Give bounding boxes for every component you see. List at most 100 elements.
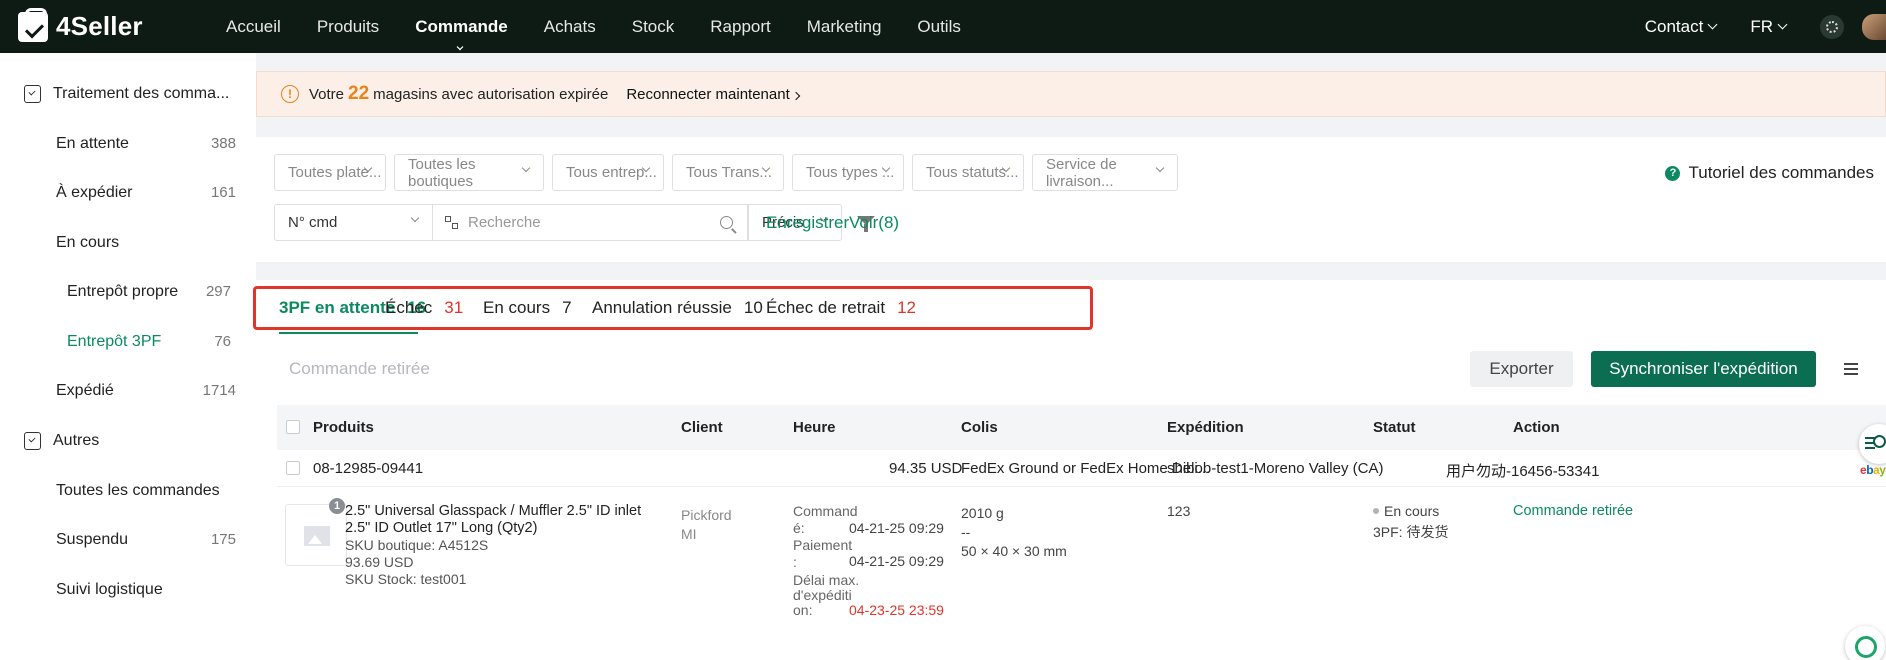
alert-count: 22: [348, 83, 370, 104]
sidebar-group-label: Autres: [53, 432, 100, 449]
sidebar-item-entrepot-3pf[interactable]: Entrepôt 3PF 76: [67, 333, 231, 351]
sidebar: Traitement des comma... En attente 388 À …: [0, 53, 256, 660]
order-warehouse: shibob-test1-Moreno Valley (CA): [1167, 460, 1384, 477]
settings-gear-icon[interactable]: [1820, 14, 1844, 39]
sidebar-group-label: Traitement des comma...: [53, 85, 230, 102]
col-expedition: Expédition: [1167, 419, 1244, 436]
nav-accueil[interactable]: Accueil: [226, 17, 281, 37]
contact-label: Contact: [1644, 16, 1704, 36]
nav-marketing[interactable]: Marketing: [807, 17, 882, 37]
chevron-down-icon: [457, 43, 464, 50]
tab-label: 3PF en attente: [279, 298, 396, 317]
sidebar-item-a-expedier[interactable]: À expédier 161: [56, 184, 236, 202]
sidebar-item-toutes-commandes[interactable]: Toutes les commandes: [56, 482, 236, 500]
nav-achats[interactable]: Achats: [544, 17, 596, 37]
sidebar-item-count: 388: [210, 135, 236, 152]
export-button[interactable]: Exporter: [1470, 351, 1573, 387]
chevron-down-icon: [410, 213, 420, 223]
search-icon[interactable]: [720, 216, 733, 229]
tab-en-cours[interactable]: En cours 7: [483, 298, 572, 318]
sidebar-item-count: 1714: [202, 382, 236, 399]
search-type-select[interactable]: N° cmd: [274, 204, 433, 241]
sidebar-item-count: 175: [210, 531, 236, 548]
product-stock-sku: SKU Stock: test001: [345, 571, 467, 587]
sidebar-group-autres[interactable]: Autres: [24, 432, 99, 450]
tab-annulation-reussie[interactable]: Annulation réussie 10: [592, 298, 763, 318]
quantity-badge: 1: [329, 498, 345, 514]
sidebar-item-label: En cours: [56, 234, 120, 251]
language-label: FR: [1750, 16, 1773, 36]
grid-icon: [445, 216, 458, 229]
sidebar-item-suspendu[interactable]: Suspendu 175: [56, 531, 236, 549]
type-select[interactable]: Tous types ...: [792, 154, 904, 191]
sidebar-item-entrepot-propre[interactable]: Entrepôt propre 297: [67, 283, 231, 301]
logo-text: 4Seller: [56, 11, 143, 41]
nav-outils[interactable]: Outils: [917, 17, 960, 37]
floating-chat-icon[interactable]: [1845, 626, 1885, 660]
payment-time-label: Paiement: [793, 537, 853, 553]
sidebar-item-en-cours[interactable]: En cours: [56, 234, 236, 252]
top-navbar: 4Seller Accueil Produits Commande Achats…: [0, 0, 1886, 53]
nav-commande-label: Commande: [415, 16, 508, 36]
order-item-row: 1 2.5" Universal Glasspack / Muffler 2.5…: [277, 487, 1886, 660]
search-placeholder: Recherche: [468, 214, 541, 231]
product-price: 93.69 USD: [345, 554, 414, 570]
platform-select[interactable]: Toutes plate...: [274, 154, 386, 191]
sidebar-item-suivi-logistique[interactable]: Suivi logistique: [56, 581, 236, 599]
carrier-select[interactable]: Tous Trans...: [672, 154, 784, 191]
tab-label: Échec: [385, 298, 433, 317]
question-icon: ?: [1665, 165, 1681, 181]
order-checkbox[interactable]: [286, 461, 300, 475]
sidebar-item-label: En attente: [56, 135, 129, 152]
column-settings-icon[interactable]: [1844, 363, 1858, 375]
order-id[interactable]: 08-12985-09441: [313, 460, 423, 477]
warning-icon: !: [281, 85, 299, 103]
tab-label: Échec de retrait: [766, 298, 886, 317]
tab-echec-de-retrait[interactable]: Échec de retrait 12: [766, 298, 916, 318]
col-colis: Colis: [961, 419, 998, 436]
package-info-empty: --: [961, 524, 971, 540]
col-statut: Statut: [1373, 419, 1416, 436]
contact-menu[interactable]: Contact: [1644, 16, 1718, 37]
reconnect-link[interactable]: Reconnecter maintenant: [626, 86, 800, 103]
search-input[interactable]: Recherche: [432, 204, 748, 241]
top-right-controls: Contact FR: [1645, 0, 1886, 53]
tracking-number: 123: [1167, 503, 1191, 519]
nav-commande[interactable]: Commande: [415, 16, 508, 50]
col-produits: Produits: [313, 419, 374, 436]
active-tab-indicator: [279, 332, 418, 334]
package-weight: 2010 g: [961, 505, 1004, 521]
sidebar-item-expedie[interactable]: Expédié 1714: [56, 382, 236, 400]
logo[interactable]: 4Seller: [18, 7, 143, 42]
language-menu[interactable]: FR: [1750, 16, 1788, 37]
tab-echec[interactable]: Échec 31: [385, 298, 463, 318]
payment-time-label-cont: :: [793, 554, 797, 570]
sync-shipping-button[interactable]: Synchroniser l'expédition: [1591, 351, 1816, 387]
warehouse-select[interactable]: Tous entrep...: [552, 154, 664, 191]
status-label: En cours: [1384, 503, 1440, 519]
order-tutorial-link[interactable]: ? Tutoriel des commandes: [1665, 163, 1874, 183]
nav-produits[interactable]: Produits: [317, 17, 379, 37]
sidebar-item-en-attente[interactable]: En attente 388: [56, 135, 236, 153]
sidebar-item-label: Suspendu: [56, 531, 129, 548]
main-nav: Accueil Produits Commande Achats Stock R…: [226, 0, 997, 53]
shop-select[interactable]: Toutes les boutiques: [394, 154, 544, 191]
commande-retiree-button[interactable]: Commande retirée: [289, 359, 430, 379]
col-action: Action: [1513, 419, 1560, 436]
withdraw-order-link[interactable]: Commande retirée: [1513, 503, 1633, 519]
user-avatar[interactable]: [1862, 13, 1886, 40]
status-select[interactable]: Tous statuts...: [912, 154, 1024, 191]
view-saved-link[interactable]: Voir(8): [849, 213, 899, 233]
sidebar-item-count: 76: [214, 333, 231, 350]
product-title[interactable]: 2.5" Universal Glasspack / Muffler 2.5" …: [345, 503, 665, 537]
select-all-checkbox[interactable]: [286, 420, 300, 434]
nav-stock[interactable]: Stock: [632, 17, 675, 37]
chevron-right-icon: [791, 91, 800, 100]
delivery-service-select[interactable]: Service de livraison...: [1032, 154, 1178, 191]
sidebar-item-label: Entrepôt 3PF: [67, 333, 162, 350]
select-value: Tous Trans...: [686, 164, 772, 181]
nav-rapport[interactable]: Rapport: [710, 17, 770, 37]
orders-content: 3PF en attente 16 Échec 31 En cours 7 Annul…: [253, 280, 1886, 660]
sidebar-group-order-processing[interactable]: Traitement des comma...: [24, 85, 229, 103]
save-filter-link[interactable]: Enregistrer: [766, 213, 849, 233]
